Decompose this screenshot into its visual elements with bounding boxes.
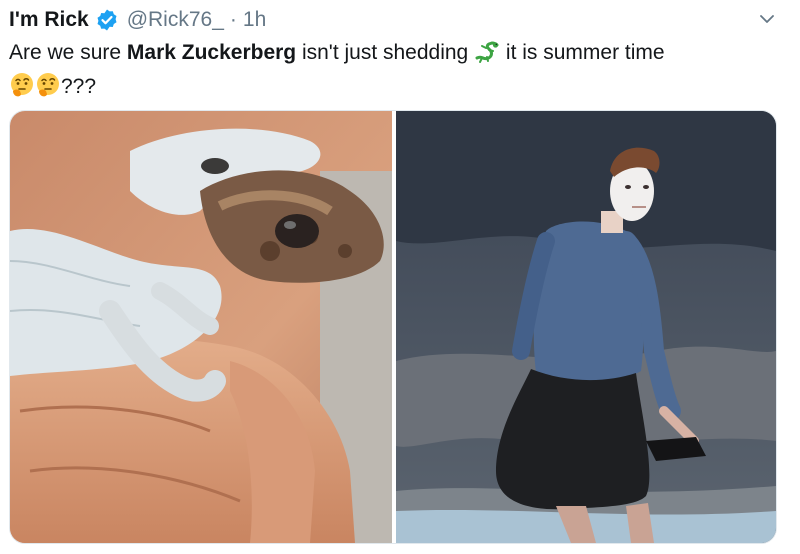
tweet-header: I'm Rick @Rick76_ · 1h [9,6,266,34]
tweet-text-part: ??? [61,75,97,98]
user-handle[interactable]: @Rick76_ [127,8,224,32]
tweet-text-part: Are we sure [9,41,127,64]
photo-man-on-beach[interactable] [396,111,776,543]
tweet-text-part: isn't just shedding [296,41,475,64]
tweet-text: Are we sure Mark Zuckerberg isn't just s… [9,38,779,106]
tweet-text-part: it is summer time [500,41,665,64]
chevron-down-icon[interactable] [758,10,776,28]
tweet-text-bold: Mark Zuckerberg [126,41,297,64]
thinking-face-emoji [35,72,61,106]
thinking-face-emoji [9,72,35,106]
tweet: I'm Rick @Rick76_ · 1h Are we sure Mark … [0,0,800,554]
photo-lizard-shedding[interactable] [10,111,392,543]
timestamp[interactable]: 1h [243,8,266,32]
verified-badge-icon [95,8,119,32]
tweet-media [9,110,777,544]
separator-dot: · [229,8,237,31]
display-name[interactable]: I'm Rick [9,8,89,32]
lizard-emoji [474,40,500,72]
